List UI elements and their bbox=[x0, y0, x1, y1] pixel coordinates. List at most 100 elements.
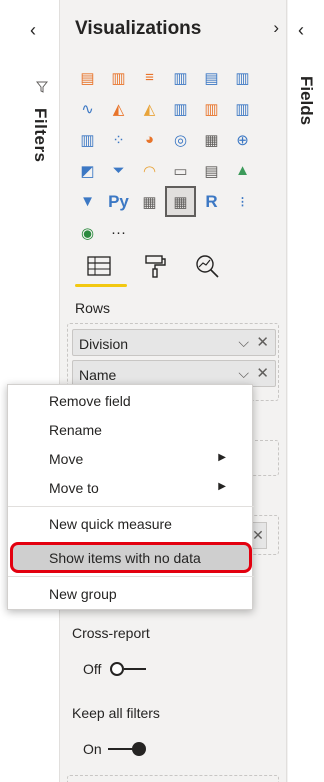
visual-glyph: ◎ bbox=[173, 131, 188, 149]
menu-item-new-group[interactable]: New group bbox=[8, 580, 254, 608]
card-icon[interactable]: ▭ bbox=[165, 155, 196, 186]
menu-item-label: Show items with no data bbox=[49, 550, 201, 566]
line-and-stacked-column-chart-icon[interactable]: ▥ bbox=[165, 93, 196, 124]
visual-glyph: ▥ bbox=[80, 131, 95, 149]
visual-glyph: ··· bbox=[111, 224, 126, 241]
r-visual-icon[interactable]: R bbox=[196, 186, 227, 217]
clustered-column-chart-icon[interactable]: ▥ bbox=[165, 62, 196, 93]
fields-table-icon bbox=[87, 256, 111, 276]
visual-glyph: ◭ bbox=[112, 100, 125, 118]
python-visual-icon[interactable]: Py bbox=[103, 186, 134, 217]
toggle-knob[interactable] bbox=[132, 742, 146, 756]
visual-glyph: ▥ bbox=[173, 100, 188, 118]
chevron-down-icon[interactable]: ⌵ bbox=[238, 365, 249, 382]
visual-glyph: ∿ bbox=[81, 100, 94, 118]
map-icon[interactable]: ⊕ bbox=[227, 124, 258, 155]
toggle-track bbox=[124, 668, 146, 670]
field-chip-division[interactable]: Division ⌵ ✕ bbox=[72, 329, 276, 356]
100-stacked-column-chart-icon[interactable]: ▥ bbox=[227, 62, 258, 93]
expand-fields-chevron-icon[interactable]: ‹ bbox=[298, 20, 304, 41]
visual-glyph: ⁘ bbox=[112, 131, 125, 149]
menu-item-label: New quick measure bbox=[49, 516, 172, 532]
paint-roller-icon bbox=[145, 255, 166, 278]
filters-pane-label[interactable]: Filters bbox=[30, 108, 50, 163]
menu-item-new-quick-measure[interactable]: New quick measure bbox=[8, 510, 254, 538]
matrix-icon[interactable]: ▦ bbox=[165, 186, 196, 217]
visual-glyph: ≡ bbox=[145, 69, 154, 86]
ribbon-chart-icon[interactable]: ▥ bbox=[227, 93, 258, 124]
more-visuals-icon[interactable]: ··· bbox=[103, 217, 134, 248]
visual-glyph: ⁝ bbox=[240, 193, 245, 211]
slicer-icon[interactable]: ▼ bbox=[72, 186, 103, 217]
visual-glyph: ▤ bbox=[80, 69, 95, 87]
analytics-tab[interactable] bbox=[189, 250, 225, 282]
arcgis-map-icon[interactable]: ◉ bbox=[72, 217, 103, 248]
visual-glyph: ▤ bbox=[204, 162, 219, 180]
visual-glyph: R bbox=[205, 191, 218, 211]
visual-glyph: ▥ bbox=[111, 69, 126, 87]
menu-item-label: Rename bbox=[49, 422, 102, 438]
visual-glyph: ▼ bbox=[80, 193, 95, 210]
stacked-bar-chart-icon[interactable]: ▤ bbox=[72, 62, 103, 93]
treemap-icon[interactable]: ▦ bbox=[196, 124, 227, 155]
cross-report-toggle[interactable]: Off bbox=[83, 659, 163, 679]
collapse-visualizations-chevron-icon[interactable]: › bbox=[273, 18, 279, 38]
submenu-arrow-icon: ▶ bbox=[218, 481, 226, 492]
funnel-icon[interactable]: ⏷ bbox=[103, 155, 134, 186]
filter-funnel-icon bbox=[35, 80, 49, 96]
keep-all-filters-toggle[interactable]: On bbox=[83, 739, 163, 759]
remove-field-icon[interactable]: ✕ bbox=[256, 364, 269, 382]
menu-separator bbox=[8, 506, 254, 507]
visual-gallery: ▤ ▥ ≡ ▥ ▤ ▥ ∿ ◭ ◭ ▥ ▥ ▥ ▥ ⁘ ◕ ◎ ▦ ⊕ ◩ ⏷ ◠ ▭ ▤ ▲ ▼ Py ▦ ▦ R ⁝ ◉ ··· bbox=[72, 62, 278, 248]
format-tab[interactable] bbox=[137, 250, 173, 282]
visual-glyph: Py bbox=[108, 191, 129, 211]
menu-item-remove-field[interactable]: Remove field bbox=[8, 387, 254, 415]
field-chip-name[interactable]: Name ⌵ ✕ bbox=[72, 360, 276, 387]
line-and-clustered-column-chart-icon[interactable]: ▥ bbox=[196, 93, 227, 124]
toggle-track bbox=[108, 748, 134, 750]
filled-map-icon[interactable]: ◩ bbox=[72, 155, 103, 186]
drillthrough-well[interactable] bbox=[67, 775, 279, 782]
menu-item-show-items-with-no-data[interactable]: Show items with no data bbox=[8, 544, 254, 572]
key-influencers-icon[interactable]: ⁝ bbox=[227, 186, 258, 217]
keep-all-filters-label: Keep all filters bbox=[72, 705, 160, 721]
multi-row-card-icon[interactable]: ▤ bbox=[196, 155, 227, 186]
keep-all-filters-state: On bbox=[83, 741, 102, 757]
chevron-down-icon[interactable]: ⌵ bbox=[238, 334, 249, 351]
pie-chart-icon[interactable]: ◕ bbox=[134, 124, 165, 155]
expand-filters-chevron-icon[interactable]: ‹ bbox=[30, 20, 36, 41]
visual-glyph: ⏷ bbox=[112, 162, 125, 179]
donut-chart-icon[interactable]: ◎ bbox=[165, 124, 196, 155]
visual-gallery-row: ▤ ▥ ≡ ▥ ▤ ▥ bbox=[72, 62, 278, 93]
fields-pane: ‹ Fields bbox=[288, 0, 324, 782]
visualizations-title: Visualizations bbox=[75, 18, 202, 39]
visual-gallery-row: ▥ ⁘ ◕ ◎ ▦ ⊕ bbox=[72, 124, 278, 155]
line-chart-icon[interactable]: ∿ bbox=[72, 93, 103, 124]
stacked-area-chart-icon[interactable]: ◭ bbox=[134, 93, 165, 124]
fields-tab[interactable] bbox=[81, 250, 117, 282]
fields-pane-label[interactable]: Fields bbox=[296, 76, 316, 125]
area-chart-icon[interactable]: ◭ bbox=[103, 93, 134, 124]
remove-field-icon[interactable]: ✕ bbox=[256, 333, 269, 351]
gauge-icon[interactable]: ◠ bbox=[134, 155, 165, 186]
100-stacked-bar-chart-icon[interactable]: ▤ bbox=[196, 62, 227, 93]
clustered-bar-chart-icon[interactable]: ≡ bbox=[134, 62, 165, 93]
visual-glyph: ◉ bbox=[80, 224, 95, 242]
menu-item-rename[interactable]: Rename bbox=[8, 416, 254, 444]
visualizations-header: Visualizations › bbox=[75, 18, 279, 44]
visual-glyph: ▦ bbox=[204, 131, 219, 149]
field-context-menu: Remove field Rename Move ▶ Move to ▶ New… bbox=[7, 384, 254, 610]
waterfall-chart-icon[interactable]: ▥ bbox=[72, 124, 103, 155]
scatter-chart-icon[interactable]: ⁘ bbox=[103, 124, 134, 155]
kpi-icon[interactable]: ▲ bbox=[227, 155, 258, 186]
stacked-column-chart-icon[interactable]: ▥ bbox=[103, 62, 134, 93]
visual-glyph: ▥ bbox=[235, 69, 250, 87]
visual-glyph: ◠ bbox=[142, 162, 157, 180]
table-icon[interactable]: ▦ bbox=[134, 186, 165, 217]
visual-glyph: ▭ bbox=[173, 162, 188, 180]
cross-report-state: Off bbox=[83, 661, 102, 677]
toggle-knob[interactable] bbox=[110, 662, 124, 676]
menu-item-move-to[interactable]: Move to ▶ bbox=[8, 474, 254, 502]
analytics-magnifier-icon bbox=[196, 255, 219, 278]
menu-item-move[interactable]: Move ▶ bbox=[8, 445, 254, 473]
